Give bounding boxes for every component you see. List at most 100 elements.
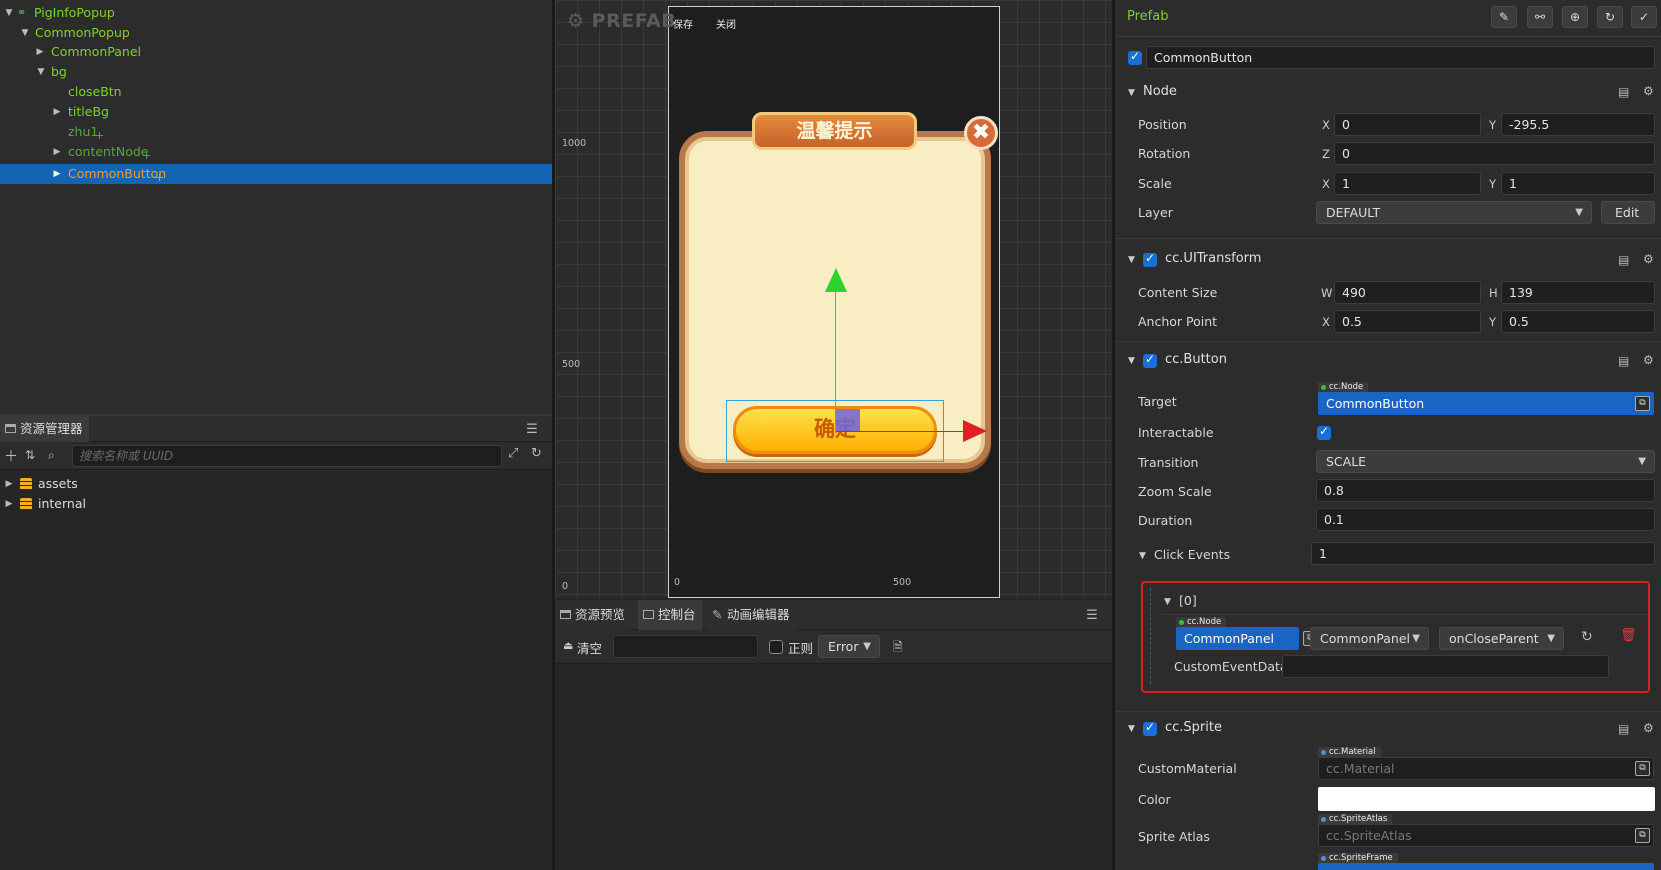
collapse-arrow-icon[interactable]: ▶	[51, 142, 63, 162]
gizmo-x-arrow-icon[interactable]	[963, 420, 987, 442]
interactable-checkbox[interactable]	[1317, 424, 1331, 440]
add-icon[interactable]: ＋	[4, 446, 18, 466]
picker-icon[interactable]: ⧉	[1635, 761, 1650, 776]
sort-icon[interactable]: ⇅	[25, 448, 35, 462]
collapse-arrow-icon[interactable]: ▶	[51, 102, 63, 122]
node-name-input[interactable]: CommonButton	[1146, 46, 1655, 69]
duration-input[interactable]: 0.1	[1316, 508, 1655, 531]
transition-value: SCALE	[1326, 454, 1367, 469]
position-label: Position	[1138, 117, 1187, 132]
log-level-select[interactable]: Error ▼	[818, 635, 880, 658]
tree-node-label: PigInfoPopup	[34, 5, 115, 20]
locate-icon[interactable]: ⊕	[1562, 6, 1588, 28]
scale-y-input[interactable]: 1	[1501, 172, 1655, 195]
expand-arrow-icon[interactable]: ▼	[1128, 724, 1135, 734]
height-input[interactable]: 139	[1501, 281, 1655, 304]
node-active-checkbox[interactable]	[1128, 49, 1142, 65]
layer-edit-button[interactable]: Edit	[1601, 201, 1655, 224]
collapse-arrow-icon[interactable]: ▶	[34, 42, 46, 62]
doc-icon[interactable]: ▤	[1618, 85, 1629, 99]
tree-node-commonpanel[interactable]: ▶ CommonPanel	[0, 42, 552, 62]
close-button[interactable]: 关闭	[716, 16, 736, 31]
link-icon[interactable]: ⚯	[1527, 6, 1553, 28]
asset-item-assets[interactable]: ▶ assets	[0, 474, 552, 494]
menu-icon[interactable]: ☰	[1085, 608, 1099, 623]
rotation-z-input[interactable]: 0	[1334, 142, 1655, 165]
expand-arrow-icon[interactable]: ▼	[35, 62, 47, 82]
component-enabled-checkbox[interactable]	[1143, 352, 1157, 368]
collapse-arrow-icon[interactable]: ▶	[3, 474, 15, 494]
gear-icon[interactable]: ⚙	[1643, 252, 1654, 266]
menu-icon[interactable]: ☰	[525, 422, 539, 437]
component-enabled-checkbox[interactable]	[1143, 720, 1157, 736]
tree-node-zhu1[interactable]: zhu1 +	[0, 122, 552, 142]
gear-icon[interactable]: ⚙	[1643, 353, 1654, 367]
tree-node-contentnode[interactable]: ▶ contentNode +	[0, 142, 552, 162]
component-enabled-checkbox[interactable]	[1143, 251, 1157, 267]
apply-icon[interactable]: ✓	[1631, 6, 1657, 28]
expand-arrow-icon[interactable]: ▼	[1139, 551, 1146, 561]
search-input[interactable]	[72, 445, 502, 467]
position-x-input[interactable]: 0	[1334, 113, 1481, 136]
clear-button[interactable]: 清空	[577, 638, 602, 657]
layer-select[interactable]: DEFAULT ▼	[1316, 201, 1592, 224]
divider	[1115, 36, 1661, 37]
tree-node-piginfopopup[interactable]: ▼ ⚭ PigInfoPopup	[0, 3, 552, 23]
open-log-icon[interactable]: 🗎	[893, 638, 903, 659]
zoom-scale-input[interactable]: 0.8	[1316, 479, 1655, 502]
revert-icon[interactable]: ↻	[1597, 6, 1623, 28]
picker-icon[interactable]: ⧉	[1635, 396, 1650, 411]
refresh-icon[interactable]: ↻	[531, 446, 542, 461]
search-icon[interactable]: ⌕	[48, 448, 55, 463]
doc-icon[interactable]: ▤	[1618, 253, 1629, 267]
tree-node-commonbutton[interactable]: ▶ CommonButton +	[0, 164, 552, 184]
picker-icon[interactable]: ⧉	[1635, 828, 1650, 843]
tab-console[interactable]: 控制台	[638, 600, 702, 630]
expand-arrow-icon[interactable]: ▼	[1128, 356, 1135, 366]
expand-arrow-icon[interactable]: ▼	[3, 3, 15, 23]
scene-view[interactable]: ⚙ PREFAB 保存 关闭 1000 500 0 0 500 温馨提示 ✖ 确…	[555, 0, 1112, 598]
tab-label: 控制台	[658, 607, 696, 622]
clear-icon[interactable]: ⏏	[563, 639, 573, 652]
edit-prefab-icon[interactable]: ✎	[1491, 6, 1517, 28]
transition-select[interactable]: SCALE ▼	[1316, 450, 1655, 473]
scale-x-input[interactable]: 1	[1334, 172, 1481, 195]
filter-input[interactable]	[613, 635, 758, 658]
gear-icon: ⚙	[567, 10, 585, 32]
collapse-arrow-icon[interactable]: ▶	[51, 164, 63, 184]
gear-icon[interactable]: ⚙	[1643, 84, 1654, 98]
expand-arrow-icon[interactable]: ▼	[1128, 255, 1135, 265]
tab-animation-editor[interactable]: ✎ 动画编辑器	[707, 600, 796, 630]
gizmo-y-arrow-icon[interactable]	[825, 268, 847, 292]
doc-icon[interactable]: ▤	[1618, 722, 1629, 736]
expand-arrow-icon[interactable]: ▼	[19, 23, 31, 43]
ruler-label: 1000	[562, 138, 587, 149]
anchor-x-input[interactable]: 0.5	[1334, 310, 1481, 333]
tree-node-closebtn[interactable]: closeBtn	[0, 82, 552, 102]
sprite-frame-field[interactable]	[1318, 863, 1654, 870]
gear-icon[interactable]: ⚙	[1643, 721, 1654, 735]
anchor-y-input[interactable]: 0.5	[1501, 310, 1655, 333]
custom-material-field[interactable]: cc.Material ⧉	[1318, 757, 1654, 780]
collapse-arrow-icon[interactable]: ▶	[3, 494, 15, 514]
sprite-atlas-field[interactable]: cc.SpriteAtlas ⧉	[1318, 824, 1654, 847]
position-y-input[interactable]: -295.5	[1501, 113, 1655, 136]
tree-node-titlebg[interactable]: ▶ titleBg	[0, 102, 552, 122]
click-events-count-input[interactable]: 1	[1311, 542, 1655, 565]
expand-arrow-icon[interactable]: ▼	[1128, 88, 1135, 98]
regex-checkbox[interactable]	[769, 640, 783, 654]
color-swatch[interactable]	[1318, 787, 1655, 811]
target-node-field[interactable]: CommonButton ⧉	[1318, 392, 1654, 415]
expand-all-icon[interactable]: ⤢	[508, 446, 518, 461]
tree-node-commonpopup[interactable]: ▼ CommonPopup	[0, 23, 552, 43]
tree-node-bg[interactable]: ▼ bg	[0, 62, 552, 82]
gizmo-x-axis[interactable]	[836, 431, 963, 432]
width-input[interactable]: 490	[1334, 281, 1481, 304]
tab-asset-preview[interactable]: 资源预览	[555, 600, 632, 630]
doc-icon[interactable]: ▤	[1618, 354, 1629, 368]
gizmo-center-handle[interactable]	[836, 409, 860, 431]
tab-assets[interactable]: 资源管理器	[0, 416, 89, 442]
popup-close-icon[interactable]: ✖	[964, 116, 998, 150]
asset-item-internal[interactable]: ▶ internal	[0, 494, 552, 514]
save-button[interactable]: 保存	[673, 16, 693, 31]
